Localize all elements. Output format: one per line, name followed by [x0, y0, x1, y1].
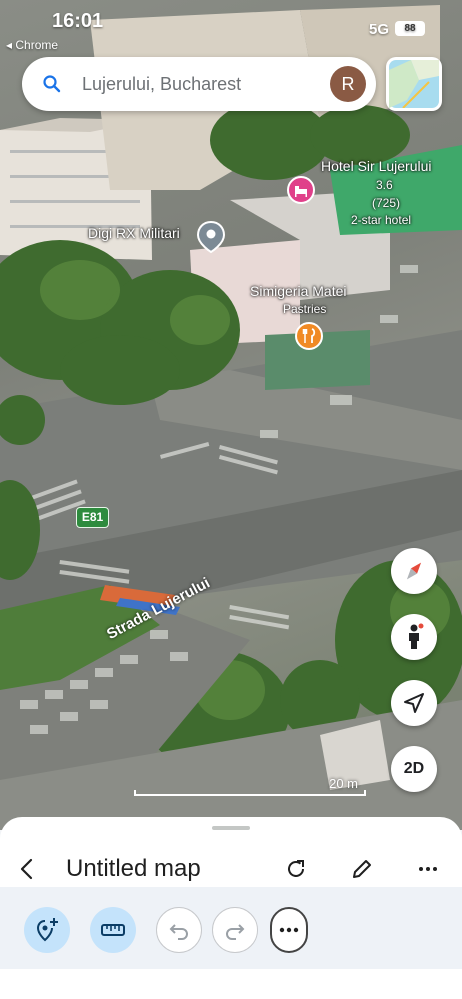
more-tools-button[interactable]: [270, 907, 308, 953]
ruler-icon: [101, 924, 125, 936]
scale-label: 20 m: [329, 776, 358, 791]
street-view-button[interactable]: [391, 614, 437, 660]
place-label-simigeria-category: Pastries: [283, 302, 327, 316]
map-layers-button[interactable]: [386, 57, 442, 111]
redo-icon: [226, 924, 245, 940]
battery-indicator: 88: [395, 21, 425, 36]
place-label-hotel-rating: 3.6: [376, 178, 393, 192]
place-label-simigeria[interactable]: Simigeria Matei: [250, 283, 346, 299]
place-label-hotel-category: 2-star hotel: [351, 213, 412, 227]
more-horizontal-icon: [279, 927, 299, 933]
search-query[interactable]: Lujerului, Bucharest: [76, 74, 330, 95]
back-arrow-icon: [20, 858, 33, 880]
search-bar[interactable]: Lujerului, Bucharest R: [22, 57, 376, 111]
scale-bar: [134, 790, 366, 796]
restaurant-pin-icon[interactable]: [295, 322, 323, 355]
my-location-button[interactable]: [391, 680, 437, 726]
undo-icon: [169, 924, 188, 940]
back-to-app-link[interactable]: ◂ Chrome: [6, 38, 58, 52]
network-indicator: 5G: [369, 21, 390, 38]
layers-thumbnail-icon: [389, 60, 439, 109]
compass-button[interactable]: [391, 548, 437, 594]
refresh-icon: [288, 860, 304, 877]
compass-icon: [406, 562, 422, 580]
route-shield-e81: E81: [76, 507, 109, 528]
sheet-header: Untitled map: [0, 847, 462, 891]
map-tools-toolbar: [0, 887, 462, 969]
add-pin-button[interactable]: [24, 907, 70, 953]
measure-distance-button[interactable]: [90, 907, 136, 953]
hotel-pin-icon[interactable]: [287, 176, 315, 209]
place-label-hotel-name[interactable]: Hotel Sir Lujerului: [321, 158, 432, 174]
more-horizontal-icon: [419, 867, 437, 871]
edit-button[interactable]: [348, 855, 376, 883]
status-time: 16:01: [52, 10, 104, 32]
back-button[interactable]: [14, 855, 42, 883]
map-scale: 20 m: [134, 776, 366, 798]
add-pin-icon: [36, 918, 58, 942]
search-icon[interactable]: [28, 74, 76, 94]
street-view-icon: [409, 623, 424, 649]
location-pin-icon[interactable]: [196, 220, 226, 259]
my-location-icon: [404, 693, 424, 713]
more-options-button[interactable]: [414, 855, 442, 883]
sheet-drag-handle[interactable]: [212, 826, 250, 830]
redo-button[interactable]: [212, 907, 258, 953]
undo-button[interactable]: [156, 907, 202, 953]
pencil-icon: [353, 860, 371, 878]
map-canvas[interactable]: Hotel Sir Lujerului 3.6 (725) 2-star hot…: [0, 0, 462, 830]
place-label-hotel-reviews: (725): [372, 196, 401, 210]
map-title: Untitled map: [66, 855, 201, 882]
view-mode-2d-button[interactable]: 2D: [391, 746, 437, 792]
refresh-button[interactable]: [282, 855, 310, 883]
place-label-digi[interactable]: Digi RX Militari: [88, 225, 180, 241]
account-avatar[interactable]: R: [330, 66, 366, 102]
status-bar: 16:01 ◂ Chrome 5G 88: [0, 0, 462, 52]
